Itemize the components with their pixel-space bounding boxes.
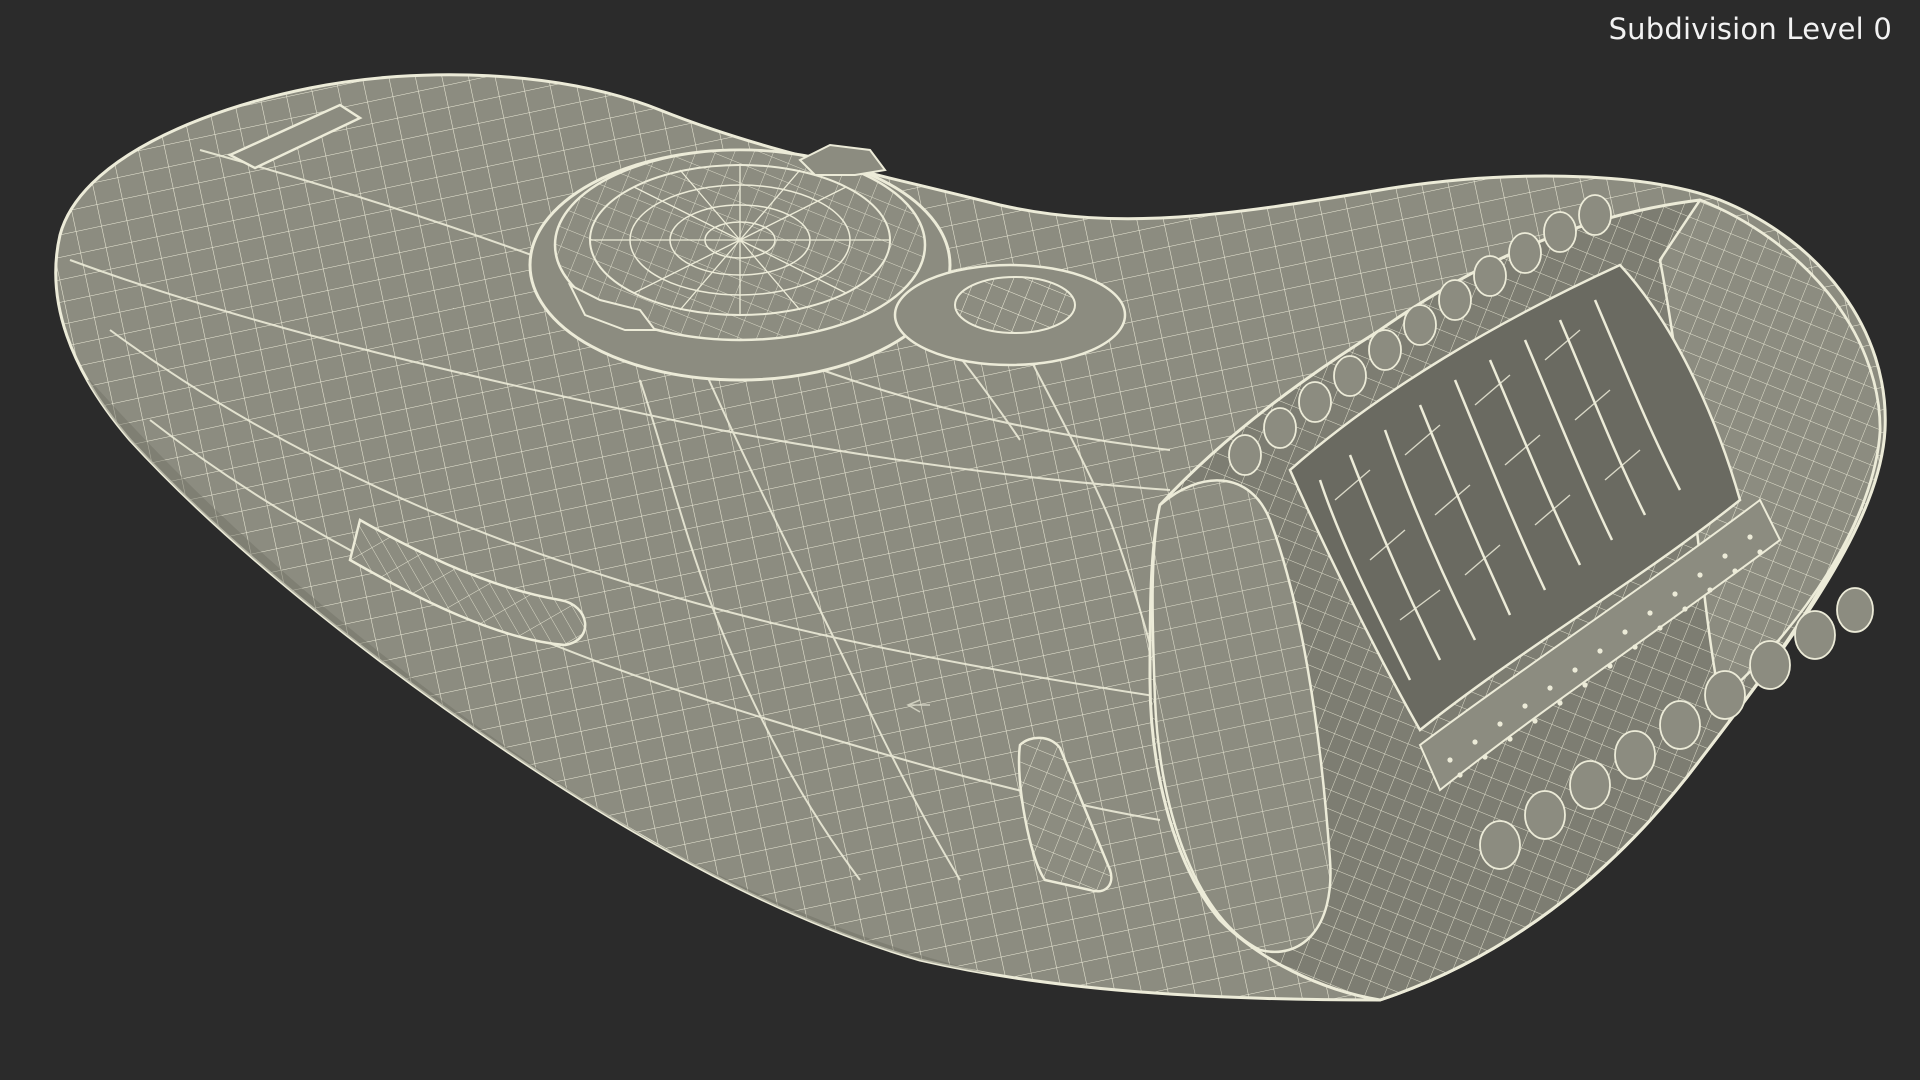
subdivision-level-label: Subdivision Level 0 [1608,12,1892,46]
epilator-wireframe-icon [54,73,1887,1002]
secondary-button [893,263,1127,367]
render-viewport: Subdivision Level 0 [0,0,1920,1080]
